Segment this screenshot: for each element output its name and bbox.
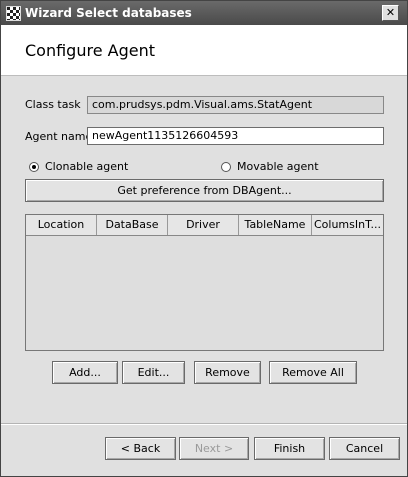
cancel-button[interactable]: Cancel [329,437,400,460]
remove-button[interactable]: Remove [194,361,261,384]
column-header-database[interactable]: DataBase [97,215,168,235]
movable-agent-label: Movable agent [237,160,319,173]
table-body[interactable] [26,236,383,351]
column-header-columsint[interactable]: ColumsInT... [312,215,383,235]
clonable-agent-label: Clonable agent [45,160,129,173]
wizard-header: Configure Agent [1,25,407,76]
edit-button[interactable]: Edit... [122,361,185,384]
class-task-label: Class task [25,98,81,111]
finish-button[interactable]: Finish [254,437,325,460]
app-icon [6,6,21,21]
column-header-tablename[interactable]: TableName [239,215,312,235]
column-header-driver[interactable]: Driver [168,215,239,235]
window-title: Wizard Select databases [25,6,192,20]
agent-name-label: Agent name [25,130,93,143]
get-preference-button[interactable]: Get preference from DBAgent... [25,179,384,202]
wizard-window: Wizard Select databases ✕ Configure Agen… [0,0,408,477]
radio-selected-icon [29,161,39,172]
footer-divider [1,423,407,425]
movable-agent-radio[interactable]: Movable agent [221,160,319,173]
table-header: Location DataBase Driver TableName Colum… [26,215,383,236]
next-button: Next > [179,437,249,460]
remove-all-button[interactable]: Remove All [269,361,357,384]
page-title: Configure Agent [25,41,155,60]
radio-unselected-icon [221,161,231,172]
title-bar[interactable]: Wizard Select databases ✕ [1,1,407,25]
clonable-agent-radio[interactable]: Clonable agent [29,160,128,173]
column-header-location[interactable]: Location [26,215,97,235]
back-button[interactable]: < Back [105,437,176,460]
add-button[interactable]: Add... [52,361,118,384]
agent-name-input[interactable]: newAgent1135126604593 [87,127,384,145]
class-task-field: com.prudsys.pdm.Visual.ams.StatAgent [87,96,384,114]
database-table[interactable]: Location DataBase Driver TableName Colum… [25,214,384,351]
close-icon[interactable]: ✕ [382,5,399,21]
